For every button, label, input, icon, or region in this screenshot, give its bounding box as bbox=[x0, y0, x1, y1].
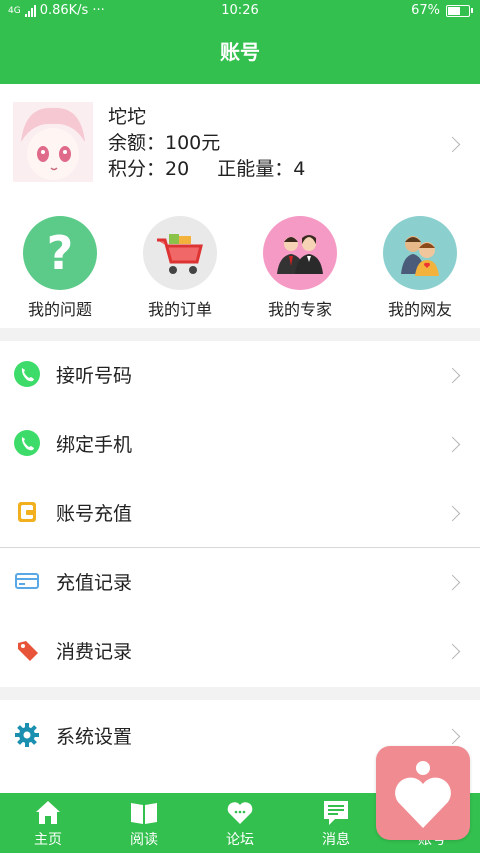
status-right: 67% bbox=[411, 3, 473, 18]
chevron-right-icon bbox=[444, 436, 461, 453]
battery-icon bbox=[446, 4, 473, 17]
friends-icon bbox=[383, 216, 457, 290]
card-icon bbox=[14, 568, 40, 594]
home-icon bbox=[33, 797, 63, 827]
menu-label: 系统设置 bbox=[56, 726, 133, 748]
tab-forum[interactable]: 论坛 bbox=[192, 797, 288, 849]
chevron-right-icon bbox=[444, 574, 461, 591]
quick-my-questions[interactable]: ? 我的问题 bbox=[0, 216, 120, 320]
tab-label: 阅读 bbox=[130, 832, 158, 848]
menu-item-bind-phone[interactable]: 绑定手机 bbox=[0, 410, 480, 479]
profile-card[interactable]: 坨坨 余额：100元 积分：20 正能量：4 bbox=[0, 84, 480, 205]
quick-my-experts[interactable]: 我的专家 bbox=[240, 216, 360, 320]
status-time: 10:26 bbox=[221, 3, 259, 18]
profile-balance: 余额：100元 bbox=[108, 132, 221, 154]
quick-my-friends[interactable]: 我的网友 bbox=[360, 216, 480, 320]
tab-home[interactable]: 主页 bbox=[0, 797, 96, 849]
chevron-right-icon bbox=[444, 367, 461, 384]
tab-label: 主页 bbox=[34, 832, 62, 848]
menu-label: 充值记录 bbox=[56, 572, 133, 594]
chevron-right-icon bbox=[444, 728, 461, 745]
profile-stats: 积分：20 正能量：4 bbox=[108, 156, 327, 182]
menu-label: 消费记录 bbox=[56, 641, 133, 663]
profile-points: 积分：20 bbox=[108, 158, 190, 180]
quick-label: 我的问题 bbox=[27, 300, 92, 319]
menu-label: 绑定手机 bbox=[56, 434, 133, 456]
heart-icon bbox=[395, 761, 451, 828]
svg-text:?: ? bbox=[47, 226, 74, 280]
gear-icon bbox=[14, 722, 40, 748]
quick-label: 我的网友 bbox=[387, 300, 452, 319]
phone-icon bbox=[14, 361, 40, 387]
profile-name: 坨坨 bbox=[108, 106, 147, 128]
tab-reading[interactable]: 阅读 bbox=[96, 797, 192, 849]
quick-my-orders[interactable]: 我的订单 bbox=[120, 216, 240, 320]
question-icon: ? bbox=[23, 216, 97, 290]
tab-label: 消息 bbox=[322, 832, 350, 848]
avatar[interactable] bbox=[13, 102, 93, 182]
quick-label: 我的订单 bbox=[147, 300, 212, 319]
shopping-cart-icon bbox=[143, 216, 217, 290]
menu-item-consumption-records[interactable]: 消费记录 bbox=[0, 617, 480, 686]
book-icon bbox=[129, 797, 159, 827]
chevron-right-icon bbox=[444, 136, 461, 153]
phone-icon bbox=[14, 430, 40, 456]
tab-label: 论坛 bbox=[226, 832, 254, 848]
menu-item-recharge[interactable]: 账号充值 bbox=[0, 479, 480, 548]
battery-percent: 67% bbox=[411, 3, 440, 18]
menu-label: 接听号码 bbox=[56, 365, 133, 387]
quick-actions: ? 我的问题 我的订单 我的专家 我的网友 bbox=[0, 204, 480, 328]
tag-icon bbox=[14, 637, 40, 663]
menu-label: 账号充值 bbox=[56, 503, 133, 525]
experts-icon bbox=[263, 216, 337, 290]
profile-energy: 正能量：4 bbox=[217, 158, 306, 180]
menu-group-account: 接听号码 绑定手机 账号充值 充值记录 消费记录 bbox=[0, 341, 480, 687]
menu-item-recharge-records[interactable]: 充值记录 bbox=[0, 548, 480, 617]
page-title: 账号 bbox=[0, 24, 480, 84]
status-bar: 4G 0.86K/s ··· 10:26 67% bbox=[0, 0, 480, 24]
tab-messages[interactable]: 消息 bbox=[288, 797, 384, 849]
quick-label: 我的专家 bbox=[267, 300, 332, 319]
profile-info: 坨坨 余额：100元 积分：20 正能量：4 bbox=[108, 104, 327, 182]
floating-heart-button[interactable] bbox=[376, 746, 470, 840]
chevron-right-icon bbox=[444, 505, 461, 522]
wallet-icon bbox=[14, 499, 40, 525]
heart-chat-icon bbox=[225, 797, 255, 827]
chevron-right-icon bbox=[444, 643, 461, 660]
message-icon bbox=[321, 797, 351, 827]
menu-item-answer-number[interactable]: 接听号码 bbox=[0, 341, 480, 410]
